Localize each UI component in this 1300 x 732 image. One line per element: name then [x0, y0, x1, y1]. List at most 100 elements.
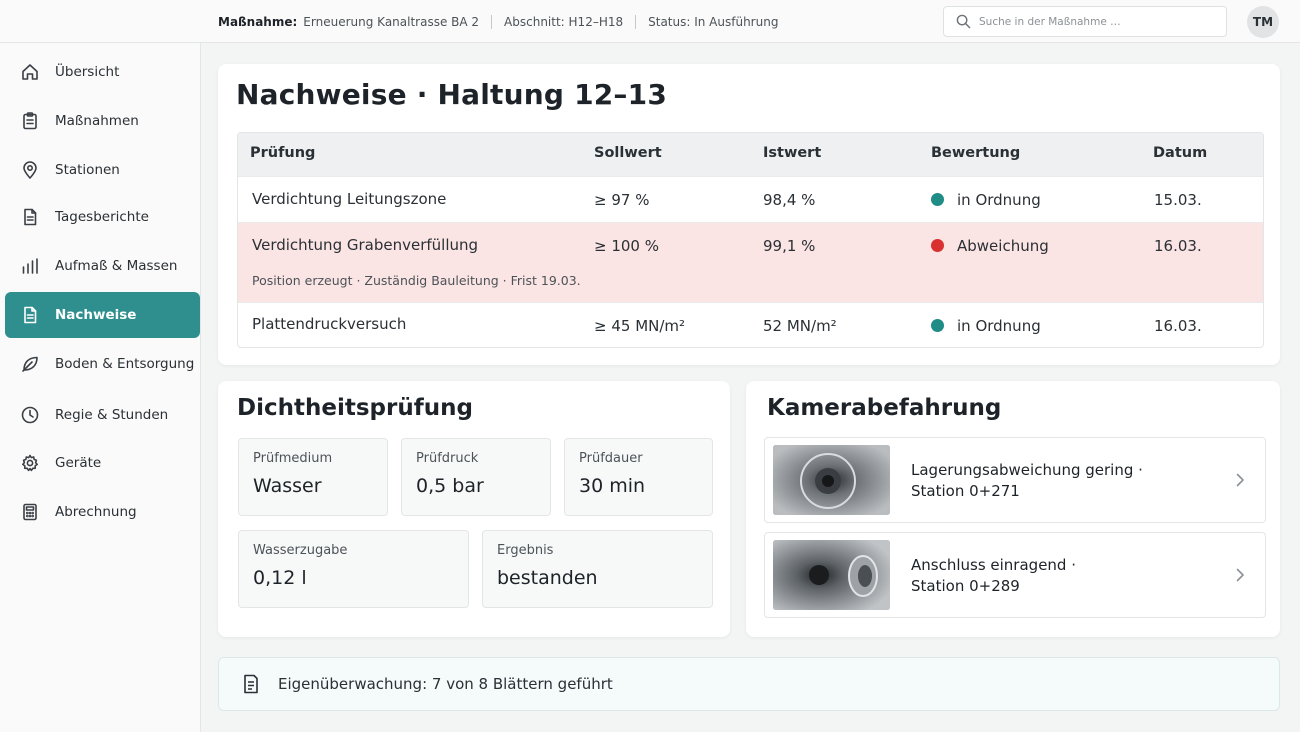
user-avatar[interactable]: TM	[1247, 6, 1279, 38]
status-label: Status: In Ausführung	[648, 14, 779, 29]
finding-text: Lagerungsabweichung gering · Station 0+2…	[911, 460, 1143, 502]
gear-icon	[22, 454, 38, 472]
column-header[interactable]: Datum	[1153, 145, 1207, 161]
sidebar: Übersicht Maßnahmen Stationen Tagesberic…	[0, 43, 201, 732]
top-bar: Maßnahme: Erneuerung Kanaltrasse BA 2 Ab…	[0, 0, 1300, 43]
page-title: Nachweise · Haltung 12–13	[236, 78, 668, 111]
test-name: Verdichtung Leitungszone	[252, 190, 447, 208]
sidebar-item-label: Boden & Entsorgung	[55, 356, 195, 372]
sidebar-item-nachweise[interactable]: Nachweise	[5, 292, 200, 338]
stat-label: Prüfdauer	[579, 451, 643, 466]
sidebar-item-stationen[interactable]: Stationen	[5, 147, 200, 193]
leak-test-card: Dichtheitsprüfung Prüfmedium Wasser Prüf…	[218, 381, 730, 637]
actual-value: 52 MN/m²	[763, 317, 837, 335]
table-row[interactable]: Verdichtung Grabenverfüllung ≥ 100 % 99,…	[238, 222, 1263, 302]
search-icon	[956, 14, 971, 29]
document-icon	[24, 306, 37, 324]
evidence-table: Prüfung Sollwert Istwert Bewertung Datum…	[237, 132, 1264, 348]
date: 16.03.	[1154, 317, 1202, 335]
calculator-icon	[23, 503, 37, 521]
measure-value[interactable]: Erneuerung Kanaltrasse BA 2	[303, 15, 479, 29]
finding-text: Anschluss einragend · Station 0+289	[911, 555, 1076, 597]
divider	[635, 14, 637, 29]
column-header[interactable]: Sollwert	[594, 145, 662, 161]
self-monitoring-banner[interactable]: Eigenüberwachung: 7 von 8 Blättern gefüh…	[218, 657, 1280, 711]
context-bar: Maßnahme: Erneuerung Kanaltrasse BA 2 Ab…	[218, 0, 778, 43]
evidence-card: Nachweise · Haltung 12–13 Prüfung Sollwe…	[218, 64, 1280, 365]
card-title: Dichtheitsprüfung	[237, 395, 473, 421]
stat-label: Ergebnis	[497, 543, 554, 558]
stat-value: bestanden	[497, 567, 598, 589]
column-header[interactable]: Istwert	[763, 145, 821, 161]
section-label: Abschnitt: H12–H18	[504, 14, 624, 29]
sidebar-item-abrechnung[interactable]: Abrechnung	[5, 489, 200, 535]
sidebar-item-label: Geräte	[55, 455, 102, 471]
sidebar-item-tagesberichte[interactable]: Tagesberichte	[5, 194, 200, 240]
document-icon	[244, 674, 258, 694]
stat-value: 0,5 bar	[416, 475, 484, 497]
clock-icon	[21, 406, 39, 424]
sidebar-item-label: Stationen	[55, 162, 120, 178]
search-input[interactable]	[979, 15, 1219, 28]
stat-water-added: Wasserzugabe 0,12 l	[238, 530, 469, 608]
deviation-note: Position erzeugt · Zuständig Bauleitung …	[252, 273, 581, 288]
stat-label: Prüfmedium	[253, 451, 333, 466]
rating-label: in Ordnung	[957, 191, 1041, 209]
stat-label: Wasserzugabe	[253, 543, 348, 558]
home-icon	[22, 64, 38, 80]
test-name: Verdichtung Grabenverfüllung	[252, 236, 479, 254]
rating: in Ordnung	[931, 191, 1041, 209]
stat-pressure: Prüfdruck 0,5 bar	[401, 438, 551, 516]
date: 15.03.	[1154, 191, 1202, 209]
sidebar-item-boden[interactable]: Boden & Entsorgung	[5, 341, 200, 387]
stat-value: Wasser	[253, 475, 322, 497]
search-box[interactable]	[943, 6, 1227, 37]
finding-item[interactable]: Anschluss einragend · Station 0+289	[764, 532, 1266, 618]
column-header[interactable]: Prüfung	[250, 145, 315, 161]
stat-medium: Prüfmedium Wasser	[238, 438, 388, 516]
stat-duration: Prüfdauer 30 min	[564, 438, 713, 516]
finding-title: Anschluss einragend ·	[911, 556, 1076, 574]
date: 16.03.	[1154, 237, 1202, 255]
stat-label: Prüfdruck	[416, 451, 479, 466]
map-pin-icon	[23, 161, 37, 179]
stat-result: Ergebnis bestanden	[482, 530, 713, 608]
sidebar-item-aufmass[interactable]: Aufmaß & Massen	[5, 243, 200, 289]
actual-value: 99,1 %	[763, 237, 816, 255]
sidebar-item-label: Tagesberichte	[55, 209, 149, 225]
bar-chart-icon	[22, 258, 38, 274]
status-dot-ok	[931, 193, 944, 206]
camera-inspection-card: Kamerabefahrung Lagerungsabweichung geri…	[746, 381, 1280, 637]
pipe-thumbnail	[773, 445, 890, 515]
sidebar-item-geraete[interactable]: Geräte	[5, 440, 200, 486]
table-row[interactable]: Plattendruckversuch ≥ 45 MN/m² 52 MN/m² …	[238, 302, 1263, 347]
status-dot-deviation	[931, 239, 944, 252]
clipboard-icon	[23, 112, 37, 130]
sidebar-item-label: Regie & Stunden	[55, 407, 169, 423]
finding-item[interactable]: Lagerungsabweichung gering · Station 0+2…	[764, 437, 1266, 523]
rating: Abweichung	[931, 237, 1049, 255]
banner-text: Eigenüberwachung: 7 von 8 Blättern gefüh…	[278, 675, 613, 693]
stat-value: 0,12 l	[253, 567, 307, 589]
table-header: Prüfung Sollwert Istwert Bewertung Datum	[238, 133, 1263, 176]
sidebar-item-label: Übersicht	[55, 64, 120, 80]
sidebar-item-label: Maßnahmen	[55, 113, 139, 129]
finding-title: Lagerungsabweichung gering ·	[911, 461, 1143, 479]
document-icon	[24, 208, 37, 226]
target-value: ≥ 100 %	[594, 237, 659, 255]
target-value: ≥ 97 %	[594, 191, 650, 209]
sidebar-item-massnahmen[interactable]: Maßnahmen	[5, 98, 200, 144]
status-dot-ok	[931, 319, 944, 332]
table-row[interactable]: Verdichtung Leitungszone ≥ 97 % 98,4 % i…	[238, 176, 1263, 222]
finding-station: Station 0+289	[911, 577, 1020, 595]
column-header[interactable]: Bewertung	[931, 145, 1020, 161]
chevron-right-icon	[1236, 473, 1244, 487]
sidebar-item-uebersicht[interactable]: Übersicht	[5, 49, 200, 95]
leaf-icon	[22, 356, 38, 372]
actual-value: 98,4 %	[763, 191, 816, 209]
rating-label: in Ordnung	[957, 317, 1041, 335]
sidebar-item-regie[interactable]: Regie & Stunden	[5, 392, 200, 438]
rating: in Ordnung	[931, 317, 1041, 335]
sidebar-item-label: Aufmaß & Massen	[55, 258, 178, 274]
rating-label: Abweichung	[957, 237, 1049, 255]
